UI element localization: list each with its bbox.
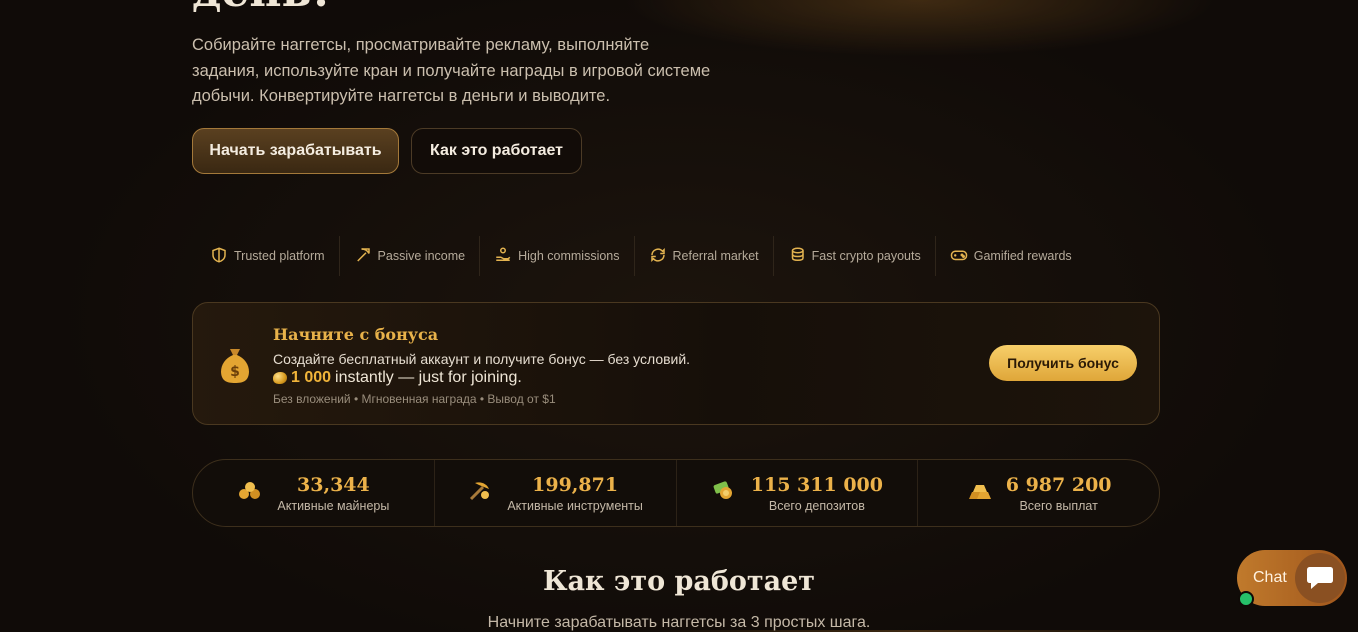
bonus-amount: 1 000: [291, 369, 332, 386]
features-bar: Trusted platform Passive income High com…: [196, 236, 1086, 276]
coins-icon: [788, 246, 806, 267]
stat-value: 33,344: [297, 473, 370, 496]
stat-label: Активные майнеры: [277, 498, 390, 513]
stat-label: Активные инструменты: [507, 498, 643, 513]
stat-value: 115 311 000: [750, 473, 883, 496]
how-it-works-subtitle: Начните зарабатывать наггетсы за 3 прост…: [487, 614, 871, 631]
get-bonus-button[interactable]: Получить бонус: [989, 345, 1137, 381]
feature-gamified-rewards: Gamified rewards: [936, 236, 1086, 276]
gold-bars-icon: [966, 479, 992, 507]
bonus-note: Без вложений • Мгновенная награда • Выво…: [273, 392, 556, 406]
stat-value: 6 987 200: [1005, 473, 1112, 496]
feature-passive-income: Passive income: [340, 236, 481, 276]
feature-trusted-platform: Trusted platform: [196, 236, 340, 276]
hero-title: день!: [192, 0, 331, 14]
chat-label: Chat: [1253, 569, 1287, 586]
stat-total-deposits: 115 311 000 Всего депозитов: [677, 460, 919, 526]
how-it-works-button[interactable]: Как это работает: [411, 128, 582, 174]
stats-bar: 33,344 Активные майнеры 199,871 Активные…: [192, 459, 1160, 527]
stat-label: Всего выплат: [1019, 498, 1098, 513]
feature-label: Trusted platform: [234, 249, 325, 263]
bonus-title: Начните с бонуса: [273, 325, 439, 344]
pickaxe-icon: [354, 246, 372, 267]
stat-active-tools: 199,871 Активные инструменты: [435, 460, 677, 526]
bonus-amount-suffix: instantly — just for joining.: [335, 369, 522, 386]
bonus-amount-line: 1 000 instantly — just for joining.: [273, 369, 522, 387]
feature-referral-market: Referral market: [635, 236, 774, 276]
stat-label: Всего депозитов: [768, 498, 865, 513]
feature-fast-crypto-payouts: Fast crypto payouts: [774, 236, 936, 276]
svg-text:$: $: [230, 364, 240, 380]
start-earning-button[interactable]: Начать зарабатывать: [192, 128, 399, 174]
how-it-works-title: Как это работает: [542, 566, 816, 597]
shield-icon: [210, 246, 228, 267]
bonus-card: $ Начните с бонуса Создайте бесплатный а…: [192, 302, 1160, 425]
nugget-icon: [273, 372, 287, 384]
stat-total-payouts: 6 987 200 Всего выплат: [918, 460, 1159, 526]
chat-bubble-icon: [1295, 553, 1345, 603]
stat-active-miners: 33,344 Активные майнеры: [193, 460, 435, 526]
online-status-dot: [1238, 591, 1254, 607]
feature-label: Referral market: [672, 249, 759, 263]
money-bag-icon: $: [217, 345, 253, 394]
bonus-description: Создайте бесплатный аккаунт и получите б…: [273, 351, 691, 367]
gamepad-icon: [950, 246, 968, 267]
feature-label: Fast crypto payouts: [811, 249, 921, 263]
pickaxe-gold-icon: [467, 479, 493, 507]
feature-high-commissions: High commissions: [480, 236, 635, 276]
feature-label: Passive income: [377, 249, 466, 263]
feature-label: High commissions: [518, 249, 620, 263]
hand-coin-icon: [494, 246, 512, 267]
refresh-icon: [649, 246, 667, 267]
feature-label: Gamified rewards: [973, 249, 1072, 263]
gold-pile-icon: [237, 479, 263, 507]
hero-description: Собирайте наггетсы, просматривайте рекла…: [192, 36, 711, 105]
stat-value: 199,871: [532, 473, 619, 496]
money-deposit-icon: [711, 479, 737, 507]
